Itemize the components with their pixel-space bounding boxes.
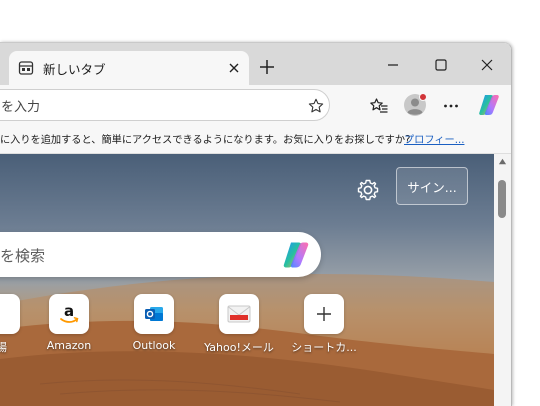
search-placeholder: を検索 [0, 247, 46, 265]
quick-link-amazon[interactable]: a Amazon [27, 294, 111, 354]
quick-link-label: Outlook [132, 339, 176, 352]
favorites-bar-message: に入りを追加すると、簡単にアクセスできるようになります。お気に入りをお探しですか… [0, 135, 411, 146]
favorites-bar: に入りを追加すると、簡単にアクセスできるようになります。お気に入りをお探しですか… [0, 125, 511, 154]
copilot-icon[interactable] [477, 93, 501, 117]
address-bar[interactable]: を入力 [0, 89, 330, 121]
new-tab-page-icon [18, 61, 34, 75]
new-tab-button[interactable] [255, 55, 279, 79]
quick-link-yahoo-mail[interactable]: Yahoo!メール [197, 294, 281, 354]
profile-avatar[interactable] [403, 93, 427, 117]
tab-strip: 新しいタブ [0, 43, 511, 85]
quick-link-label: ショートカ... [291, 341, 357, 354]
web-search-box[interactable]: を検索 [0, 232, 321, 277]
svg-text:a: a [64, 302, 74, 320]
more-options-icon[interactable] [441, 96, 461, 116]
plus-icon [304, 294, 344, 334]
add-favorite-star-icon[interactable] [307, 97, 325, 115]
minimize-icon[interactable] [384, 56, 402, 74]
profile-icon [404, 93, 427, 116]
toolbar: を入力 [0, 85, 511, 125]
close-tab-icon[interactable] [225, 59, 243, 77]
quick-link-outlook[interactable]: Outlook [112, 294, 196, 354]
partial-tile-icon [0, 294, 20, 334]
outlook-icon [134, 294, 174, 334]
yahoo-mail-icon [219, 294, 259, 334]
address-placeholder: を入力 [1, 100, 41, 115]
scrollbar-thumb[interactable] [498, 180, 506, 218]
quick-link-label: Yahoo!メール [204, 341, 274, 354]
tab-new-tab[interactable]: 新しいタブ [9, 51, 249, 85]
amazon-icon: a [49, 294, 89, 334]
quick-link-label: 場 [0, 339, 7, 355]
maximize-icon[interactable] [432, 56, 450, 74]
scroll-up-arrow-icon[interactable] [498, 157, 507, 166]
vertical-scrollbar[interactable] [494, 154, 511, 406]
favorites-icon[interactable] [369, 96, 389, 116]
copilot-search-icon[interactable] [281, 240, 311, 270]
add-shortcut-tile[interactable]: ショートカ... [282, 294, 366, 354]
new-tab-page: サイン... を検索 場 a Amazon [0, 154, 494, 406]
tab-title: 新しいタブ [43, 62, 106, 77]
close-window-icon[interactable] [478, 56, 496, 74]
browser-window: 新しいタブ を入力 に入りを追加すると、簡単にアクセスできるようになります。お気… [0, 42, 512, 406]
favorites-profile-link[interactable]: プロフィー... [404, 131, 464, 146]
quick-link-label: Amazon [46, 339, 92, 352]
sign-in-button[interactable]: サイン... [396, 167, 468, 205]
page-settings-gear-icon[interactable] [355, 177, 381, 203]
